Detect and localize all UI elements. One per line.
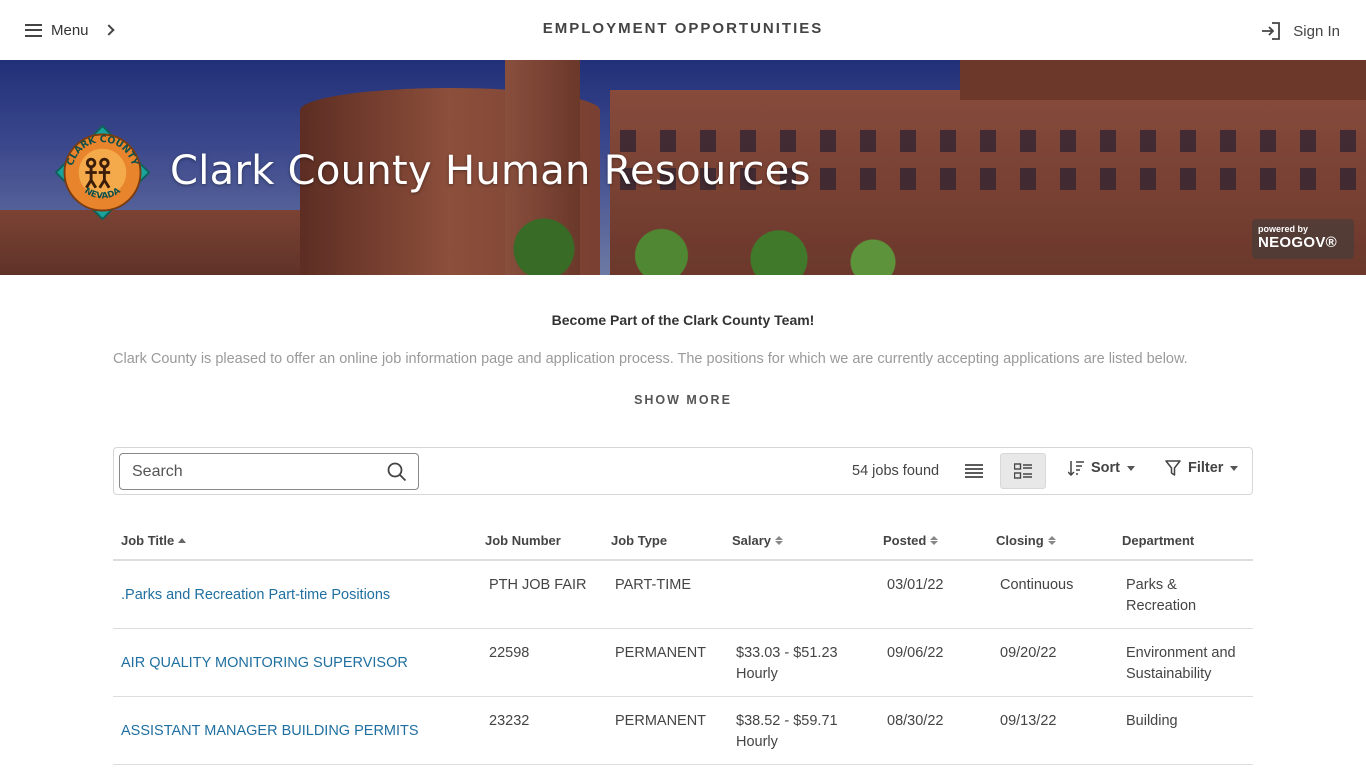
sign-in-icon [1262,22,1281,40]
salary-unit: Hourly [736,666,778,682]
powered-by-neogov-badge[interactable]: powered by NEOGOV® [1252,219,1354,259]
department-line: Parks & [1126,577,1177,593]
page-heading: EMPLOYMENT OPPORTUNITIES [542,20,824,37]
table-header: Job Title Job Number Job Type Salary Pos… [113,525,1253,561]
column-label: Closing [996,533,1044,548]
search-box [119,453,419,490]
column-header-department: Department [1122,533,1194,548]
search-icon[interactable] [387,462,407,482]
department: Parks & Recreation [1126,575,1196,617]
jobs-found-count: 54 jobs found [852,463,940,479]
column-header-posted[interactable]: Posted [883,533,939,548]
table-row[interactable]: AIR QUALITY MONITORING SUPERVISOR 22598 … [113,629,1253,697]
intro-title: Become Part of the Clark County Team! [551,312,815,328]
job-number: 22598 [489,645,530,661]
filter-dropdown[interactable]: Filter [1165,460,1239,476]
salary: $38.52 - $59.71 Hourly [736,711,838,753]
list-view-button[interactable] [958,456,990,486]
intro-text: Clark County is pleased to offer an onli… [113,351,1188,367]
department: Building [1126,711,1178,732]
column-header-job-type: Job Type [611,533,667,548]
clark-county-logo: CLARK COUNTY NEVADA [55,125,150,220]
closing-date: 09/20/22 [1000,645,1057,661]
sort-icon [1047,536,1056,545]
job-title-link[interactable]: ASSISTANT MANAGER BUILDING PERMITS [121,721,419,742]
sort-dropdown[interactable]: Sort [1068,460,1135,476]
department: Environment and Sustainability [1126,643,1236,685]
posted-date: 08/30/22 [887,713,944,729]
salary-range: $33.03 - $51.23 [736,645,838,661]
column-label: Job Number [485,533,561,548]
caret-down-icon [1127,465,1135,471]
jobs-toolbar: 54 jobs found Sort Filter [113,447,1253,495]
column-label: Job Type [611,533,668,548]
salary-unit: Hourly [736,734,778,750]
department-line: Recreation [1126,598,1197,614]
jobs-table: Job Title Job Number Job Type Salary Pos… [113,525,1253,765]
job-title-link[interactable]: AIR QUALITY MONITORING SUPERVISOR [121,653,408,674]
sign-in-label: Sign In [1293,22,1340,40]
table-row[interactable]: ASSISTANT MANAGER BUILDING PERMITS 23232… [113,697,1253,765]
department-line: Environment and [1126,645,1236,661]
column-label: Job Title [121,533,175,548]
sort-label: Sort [1091,460,1120,476]
column-header-salary[interactable]: Salary [732,533,784,548]
table-row[interactable]: .Parks and Recreation Part-time Position… [113,561,1253,629]
banner-title: Clark County Human Resources [170,148,811,194]
sort-icon [930,536,939,545]
column-label: Posted [883,533,927,548]
sign-in-button[interactable]: Sign In [1261,22,1340,40]
show-more-button[interactable]: SHOW MORE [0,393,1366,407]
column-header-closing[interactable]: Closing [996,533,1056,548]
job-type: PERMANENT [615,713,707,729]
department-line: Sustainability [1126,666,1212,682]
salary: $33.03 - $51.23 Hourly [736,643,838,685]
posted-date: 03/01/22 [887,577,944,593]
job-type: PERMANENT [615,645,707,661]
card-view-button[interactable] [1000,453,1046,489]
filter-label: Filter [1188,460,1224,476]
job-number: 23232 [489,713,530,729]
sort-ascending-icon [178,538,187,543]
closing-date: 09/13/22 [1000,713,1057,729]
neogov-label: NEOGOV® [1258,234,1337,251]
department-line: Building [1126,713,1178,729]
list-view-icon [965,464,983,478]
job-title-link[interactable]: .Parks and Recreation Part-time Position… [121,585,390,606]
search-input[interactable] [120,454,380,489]
column-label: Department [1122,533,1195,548]
card-view-icon [1014,463,1032,479]
posted-date: 09/06/22 [887,645,944,661]
caret-down-icon [1230,465,1239,471]
top-bar: Menu EMPLOYMENT OPPORTUNITIES Sign In [0,0,1366,60]
column-label: Salary [732,533,772,548]
sort-icon [1068,461,1084,476]
hero-banner: CLARK COUNTY NEVADA Clark County Human R… [0,60,1366,275]
job-type: PART-TIME [615,577,691,593]
salary-range: $38.52 - $59.71 [736,713,838,729]
powered-by-label: powered by [1258,224,1309,234]
filter-icon [1165,460,1181,476]
column-header-job-title[interactable]: Job Title [121,533,187,548]
job-number: PTH JOB FAIR [489,577,587,593]
sort-icon [775,536,784,545]
column-header-job-number: Job Number [485,533,561,548]
closing-date: Continuous [1000,577,1074,593]
